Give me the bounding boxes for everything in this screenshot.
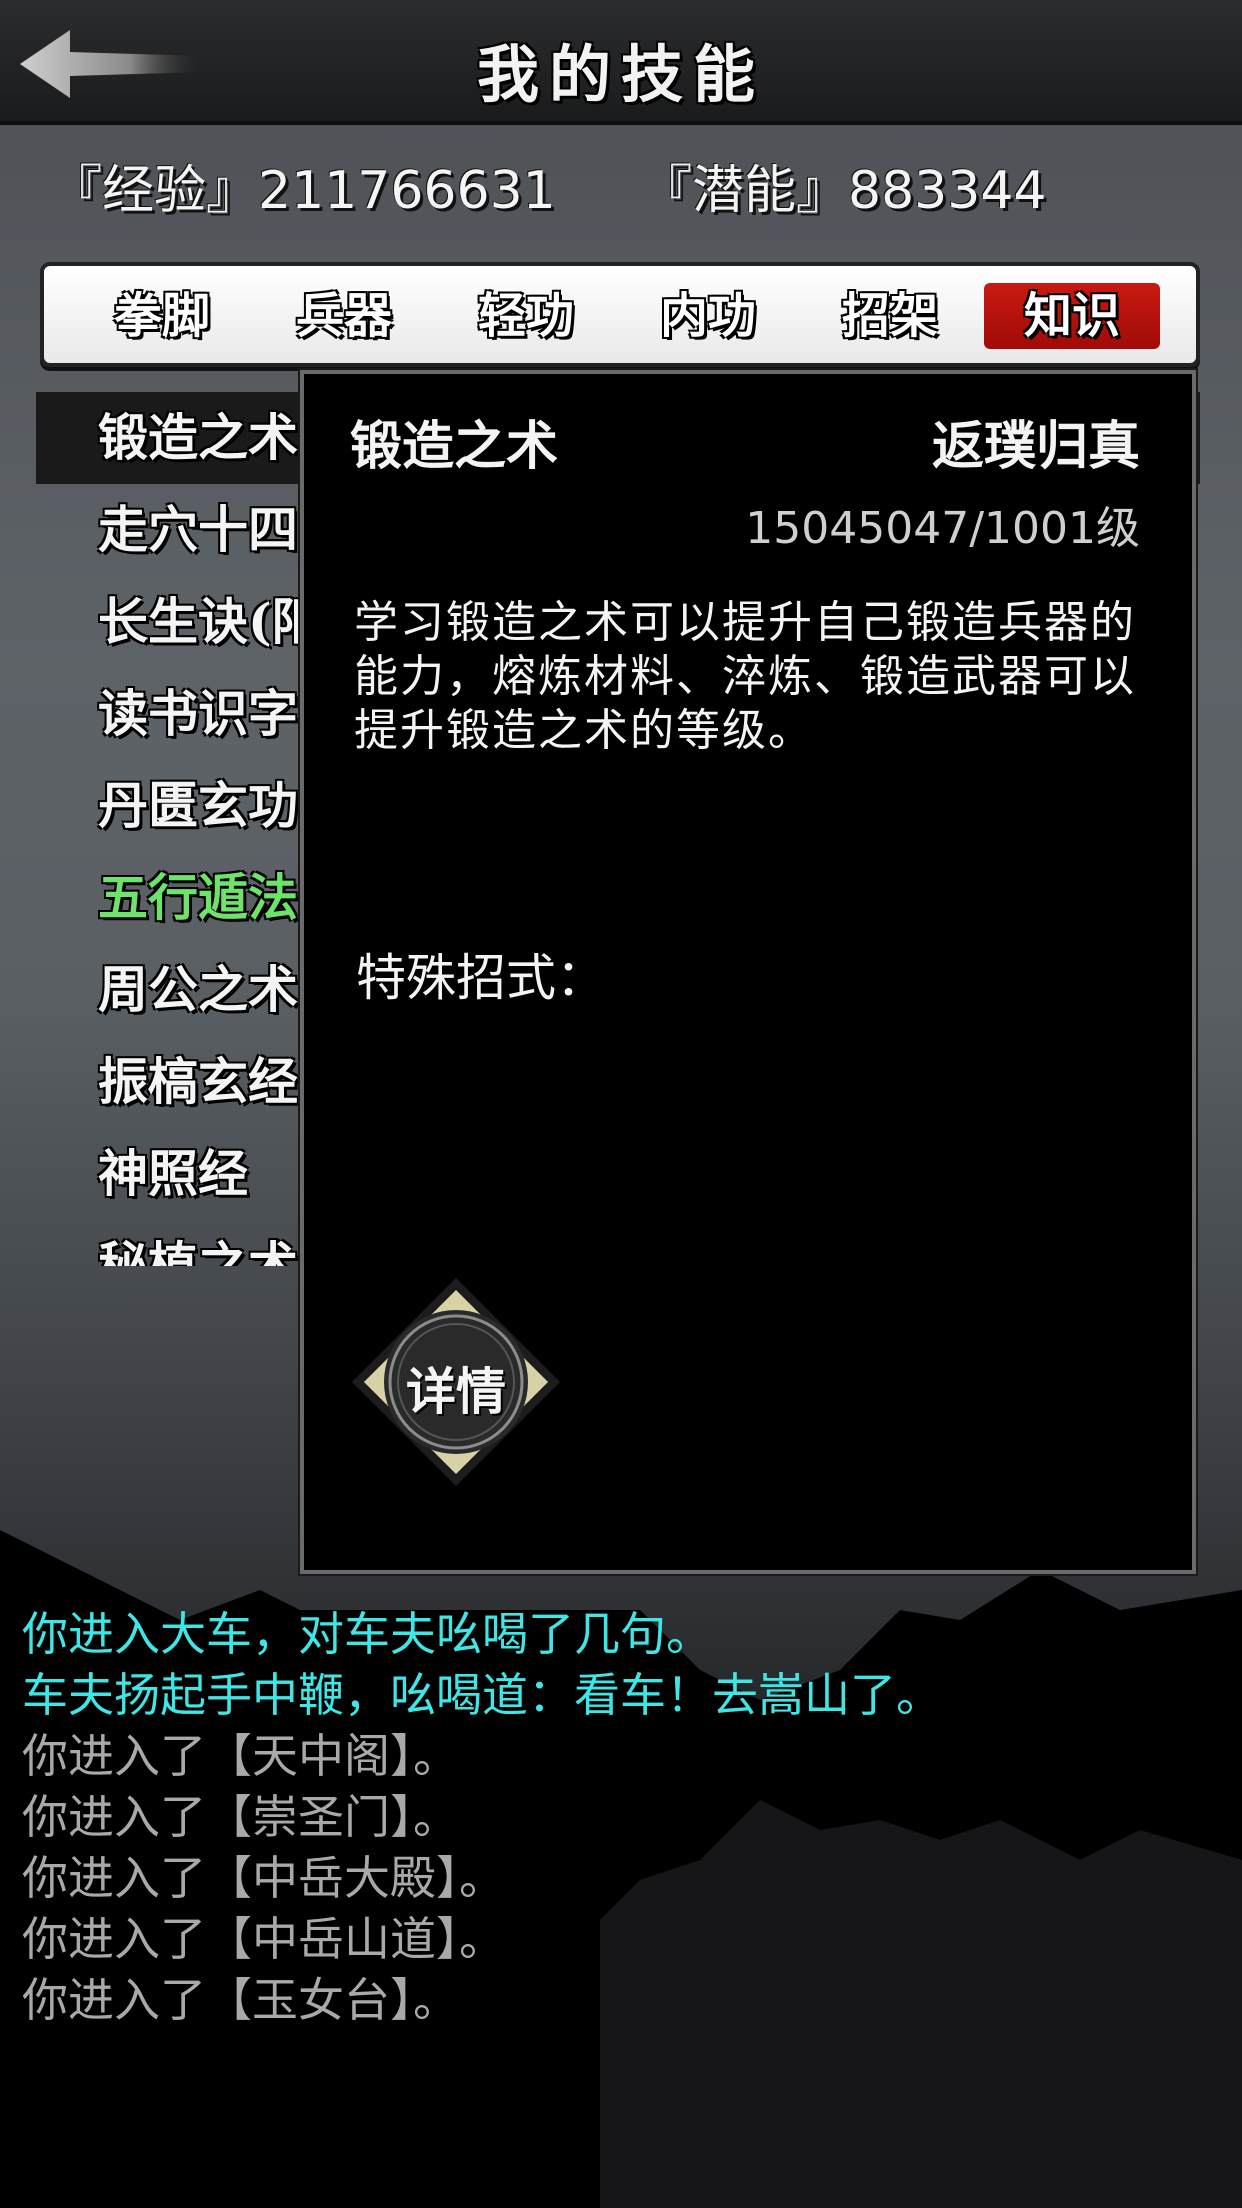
- tab-quanjiao[interactable]: 拳脚: [74, 283, 250, 349]
- special-moves-label: 特殊招式：: [356, 949, 606, 1007]
- tab-zhaojia[interactable]: 招架: [802, 283, 978, 349]
- skill-name: 锻造之术: [350, 416, 559, 477]
- skill-detail-popup: 锻造之术 返璞归真 15045047/1001级 学习锻造之术可以提升自己锻造兵…: [300, 370, 1196, 1574]
- stats-bar: 『经验』211766631 『潜能』883344: [50, 148, 1200, 221]
- potential-stat: 『潜能』883344: [640, 161, 1047, 221]
- exp-stat: 『经验』211766631: [50, 161, 556, 221]
- skill-level: 15045047/1001级: [745, 503, 1140, 554]
- tab-zhishi[interactable]: 知识: [984, 283, 1160, 349]
- log-line: 你进入了【中岳山道】。: [22, 1912, 505, 1966]
- log-line: 你进入了【天中阁】。: [22, 1729, 459, 1783]
- message-log: 你进入大车，对车夫吆喝了几句。 车夫扬起手中鞭，吆喝道：看车！去嵩山了。 你进入…: [22, 1604, 1222, 2031]
- log-line: 你进入了【中岳大殿】。: [22, 1851, 505, 1905]
- tab-qinggong[interactable]: 轻功: [438, 283, 614, 349]
- log-line: 你进入大车，对车夫吆喝了几句。: [22, 1607, 712, 1661]
- log-line: 车夫扬起手中鞭，吆喝道：看车！去嵩山了。: [22, 1668, 942, 1722]
- skill-rank: 返璞归真: [931, 416, 1140, 477]
- log-line: 你进入了【玉女台】。: [22, 1973, 459, 2027]
- page-title: 我的技能: [476, 38, 765, 111]
- skill-tabs: 拳脚 兵器 轻功 内功 招架 知识: [40, 262, 1200, 367]
- skill-description: 学习锻造之术可以提升自己锻造兵器的能力，熔炼材料、淬炼、锻造武器可以提升锻造之术…: [354, 597, 1136, 756]
- log-line: 你进入了【崇圣门】。: [22, 1790, 459, 1844]
- tab-neigong[interactable]: 内功: [620, 283, 796, 349]
- top-bar: 我的技能: [0, 0, 1242, 125]
- detail-label: 详情: [406, 1363, 506, 1421]
- detail-button[interactable]: 详情: [346, 1272, 566, 1492]
- tab-bingqi[interactable]: 兵器: [256, 283, 432, 349]
